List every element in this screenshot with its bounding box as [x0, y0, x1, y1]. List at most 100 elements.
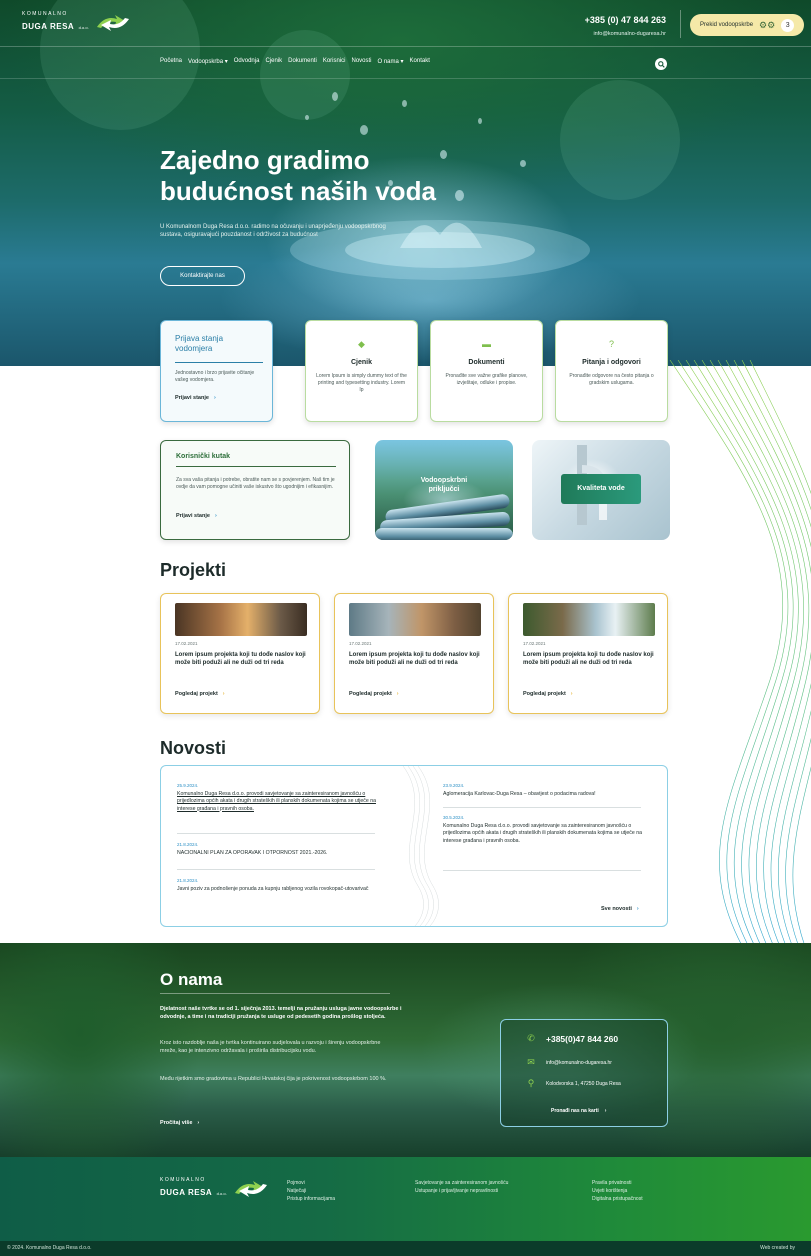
view-project-link[interactable]: Pogledaj projekt ›	[349, 691, 399, 697]
gears-icon: ⚙⚙	[759, 19, 776, 30]
footer-link[interactable]: Digitalna pristupačnost	[592, 1195, 643, 1203]
report-link[interactable]: Prijavi stanje ›	[176, 513, 217, 519]
water-connections-card[interactable]: Vodoopskrbni priključci	[375, 440, 513, 540]
divider	[177, 869, 375, 870]
footer-link[interactable]: Pristup informacijama	[287, 1195, 335, 1203]
nav-item-pocetna[interactable]: Početna	[160, 58, 182, 65]
project-card[interactable]: 17.02.2021 Lorem ipsum projekta koji tu …	[160, 593, 320, 714]
contact-us-button[interactable]: Kontaktirajte nas	[160, 266, 245, 286]
link-label: Pogledaj projekt	[523, 691, 566, 697]
folder-icon: ▬	[482, 339, 491, 349]
header-email[interactable]: info@komunalno-dugaresa.hr	[593, 31, 666, 37]
footer-links-col3: Pravila privatnosti Uvjeti korištenja Di…	[592, 1179, 643, 1203]
report-meter-link[interactable]: Prijavi stanje ›	[175, 395, 216, 401]
news-item[interactable]: 21.8.2024. Javni poziv za podnošenje pon…	[177, 878, 377, 893]
project-image	[175, 603, 307, 636]
project-image	[349, 603, 481, 636]
news-date: 30.5.2024.	[443, 815, 465, 820]
project-card[interactable]: 17.02.2021 Lorem ipsum projekta koji tu …	[334, 593, 494, 714]
chevron-right-icon: ›	[604, 1108, 607, 1114]
news-item[interactable]: 21.8.2024. NACIONALNI PLAN ZA OPORAVAK I…	[177, 842, 377, 857]
faq-card[interactable]: ? Pitanja i odgovori Pronađite odgovore …	[555, 320, 668, 422]
find-on-map-link[interactable]: Pronađi nas na karti ›	[551, 1108, 606, 1114]
top-bar: KOMUNALNO DUGA RESA d.o.o. +385 (0) 47 8…	[0, 0, 811, 46]
contact-address: Kolodvorska 1, 47250 Duga Resa	[546, 1080, 621, 1087]
chevron-right-icon: ›	[222, 691, 225, 697]
view-project-link[interactable]: Pogledaj projekt ›	[523, 691, 573, 697]
news-title[interactable]: Komunalno Duga Resa d.o.o. provodi savje…	[177, 791, 377, 813]
footer-link[interactable]: Savjetovanje sa zainteresiranom javnošću	[415, 1179, 535, 1187]
search-icon[interactable]	[655, 58, 667, 70]
footer-link[interactable]: Uvjeti korištenja	[592, 1187, 643, 1195]
project-card[interactable]: 17.02.2021 Lorem ipsum projekta koji tu …	[508, 593, 668, 714]
news-item[interactable]: 30.5.2024. Komunalno Duga Resa d.o.o. pr…	[443, 815, 643, 845]
footer-logo[interactable]: KOMUNALNO DUGA RESA d.o.o.	[160, 1178, 269, 1199]
news-title[interactable]: Komunalno Duga Resa d.o.o. provodi savje…	[443, 823, 643, 845]
about-heading: O nama	[160, 970, 223, 989]
nav-item-cjenik[interactable]: Cjenik	[265, 58, 282, 65]
outage-count-badge: 3	[781, 18, 795, 32]
nav-item-novosti[interactable]: Novosti	[352, 58, 372, 65]
news-item[interactable]: 25.9.2024. Komunalno Duga Resa d.o.o. pr…	[177, 783, 377, 813]
card-title: Prijava stanja vodomjera	[175, 334, 224, 353]
news-item[interactable]: 23.9.2024. Aglomeracija Karlovac-Duga Re…	[443, 783, 643, 798]
divider	[443, 807, 641, 808]
outage-button[interactable]: Prekid vodoopskrbe ⚙⚙ 3	[690, 14, 804, 36]
footer-link[interactable]: Ustupanje i prijavljivanje nepravilnosti	[415, 1187, 535, 1195]
news-box: 25.9.2024. Komunalno Duga Resa d.o.o. pr…	[160, 765, 668, 927]
about-lead: Djelatnost naše tvrtke se od 1. siječnja…	[160, 1006, 402, 1020]
meter-reading-card[interactable]: Prijava stanja vodomjera Jednostavno i b…	[160, 320, 273, 422]
read-more-link[interactable]: Pročitaj više ›	[160, 1120, 199, 1126]
card-text: Pronađite odgovore na često pitanja o gr…	[569, 373, 654, 386]
news-title[interactable]: NACIONALNI PLAN ZA OPORAVAK I OTPORNOST …	[177, 850, 377, 857]
logo-suffix: d.o.o.	[78, 25, 89, 30]
card-text: Jednostavno i brzo prijavite očitanje va…	[175, 370, 255, 383]
nav-item-odvodnja[interactable]: Odvodnja	[234, 58, 260, 65]
water-splash	[290, 220, 590, 280]
contact-email-row[interactable]: ✉ info@komunalno-dugaresa.hr	[526, 1057, 612, 1068]
price-list-card[interactable]: ◆ Cjenik Lorem Ipsum is simply dummy tex…	[305, 320, 418, 422]
nav-item-kontakt[interactable]: Kontakt	[410, 58, 430, 65]
mail-icon: ✉	[527, 1057, 535, 1067]
nav-item-korisnici[interactable]: Korisnici	[323, 58, 346, 65]
contact-box: ✆ +385(0)47 844 260 ✉ info@komunalno-dug…	[500, 1019, 668, 1127]
all-news-link[interactable]: Sve novosti ›	[601, 906, 639, 912]
news-title[interactable]: Aglomeracija Karlovac-Duga Resa – obavij…	[443, 791, 643, 798]
chevron-right-icon: ›	[636, 906, 639, 912]
documents-card[interactable]: ▬ Dokumenti Pronađite sve važne grafike …	[430, 320, 543, 422]
nav-item-dokumenti[interactable]: Dokumenti	[288, 58, 317, 65]
divider	[443, 870, 641, 871]
header-phone[interactable]: +385 (0) 47 844 263	[585, 15, 666, 25]
logo-wordmark: KOMUNALNO DUGA RESA d.o.o.	[22, 12, 89, 33]
card-text: Lorem Ipsum is simply dummy text of the …	[316, 373, 407, 393]
bottom-bar: © 2024. Komunalno Duga Resa d.o.o. Web c…	[0, 1241, 811, 1256]
divider	[0, 78, 811, 79]
contact-phone-row[interactable]: ✆ +385(0)47 844 260	[526, 1033, 618, 1044]
logo-big-text: DUGA RESA	[160, 1188, 213, 1197]
main-nav: Početna Vodoopskrba ▾ Odvodnja Cjenik Do…	[160, 58, 430, 65]
web-credit[interactable]: Web created by	[760, 1245, 795, 1251]
water-quality-card[interactable]: Kvaliteta vode	[532, 440, 670, 540]
divider	[0, 46, 811, 47]
news-title[interactable]: Javni poziv za podnošenje ponuda za kupn…	[177, 886, 377, 893]
link-label: Sve novosti	[601, 906, 632, 912]
news-date: 23.9.2024.	[443, 783, 465, 788]
chevron-right-icon: ›	[197, 1120, 200, 1126]
card-title: Dokumenti	[468, 359, 505, 366]
about-paragraph: Među rijetkim smo gradovima u Republici …	[160, 1076, 387, 1082]
site-logo[interactable]: KOMUNALNO DUGA RESA d.o.o.	[22, 12, 131, 33]
footer-link[interactable]: Pravila privatnosti	[592, 1179, 643, 1187]
card-label: Kvaliteta vode	[561, 474, 641, 504]
logo-arrows-icon	[234, 1180, 267, 1197]
footer-link[interactable]: Pojmovi	[287, 1179, 335, 1187]
view-project-link[interactable]: Pogledaj projekt ›	[175, 691, 225, 697]
water-drop	[305, 115, 309, 120]
contact-email: info@komunalno-dugaresa.hr	[546, 1059, 612, 1066]
footer-links-col1: Pojmovi Natječaji Pristup informacijama	[287, 1179, 335, 1203]
nav-item-vodoopskrba[interactable]: Vodoopskrba ▾	[188, 58, 228, 65]
user-corner-card[interactable]: Korisnički kutak Za sva vaša pitanja i p…	[160, 440, 350, 540]
footer-link[interactable]: Natječaji	[287, 1187, 335, 1195]
question-icon: ?	[608, 339, 614, 349]
project-title: Lorem ipsum projekta koji tu dođe naslov…	[523, 652, 654, 667]
nav-item-o-nama[interactable]: O nama ▾	[378, 58, 404, 65]
